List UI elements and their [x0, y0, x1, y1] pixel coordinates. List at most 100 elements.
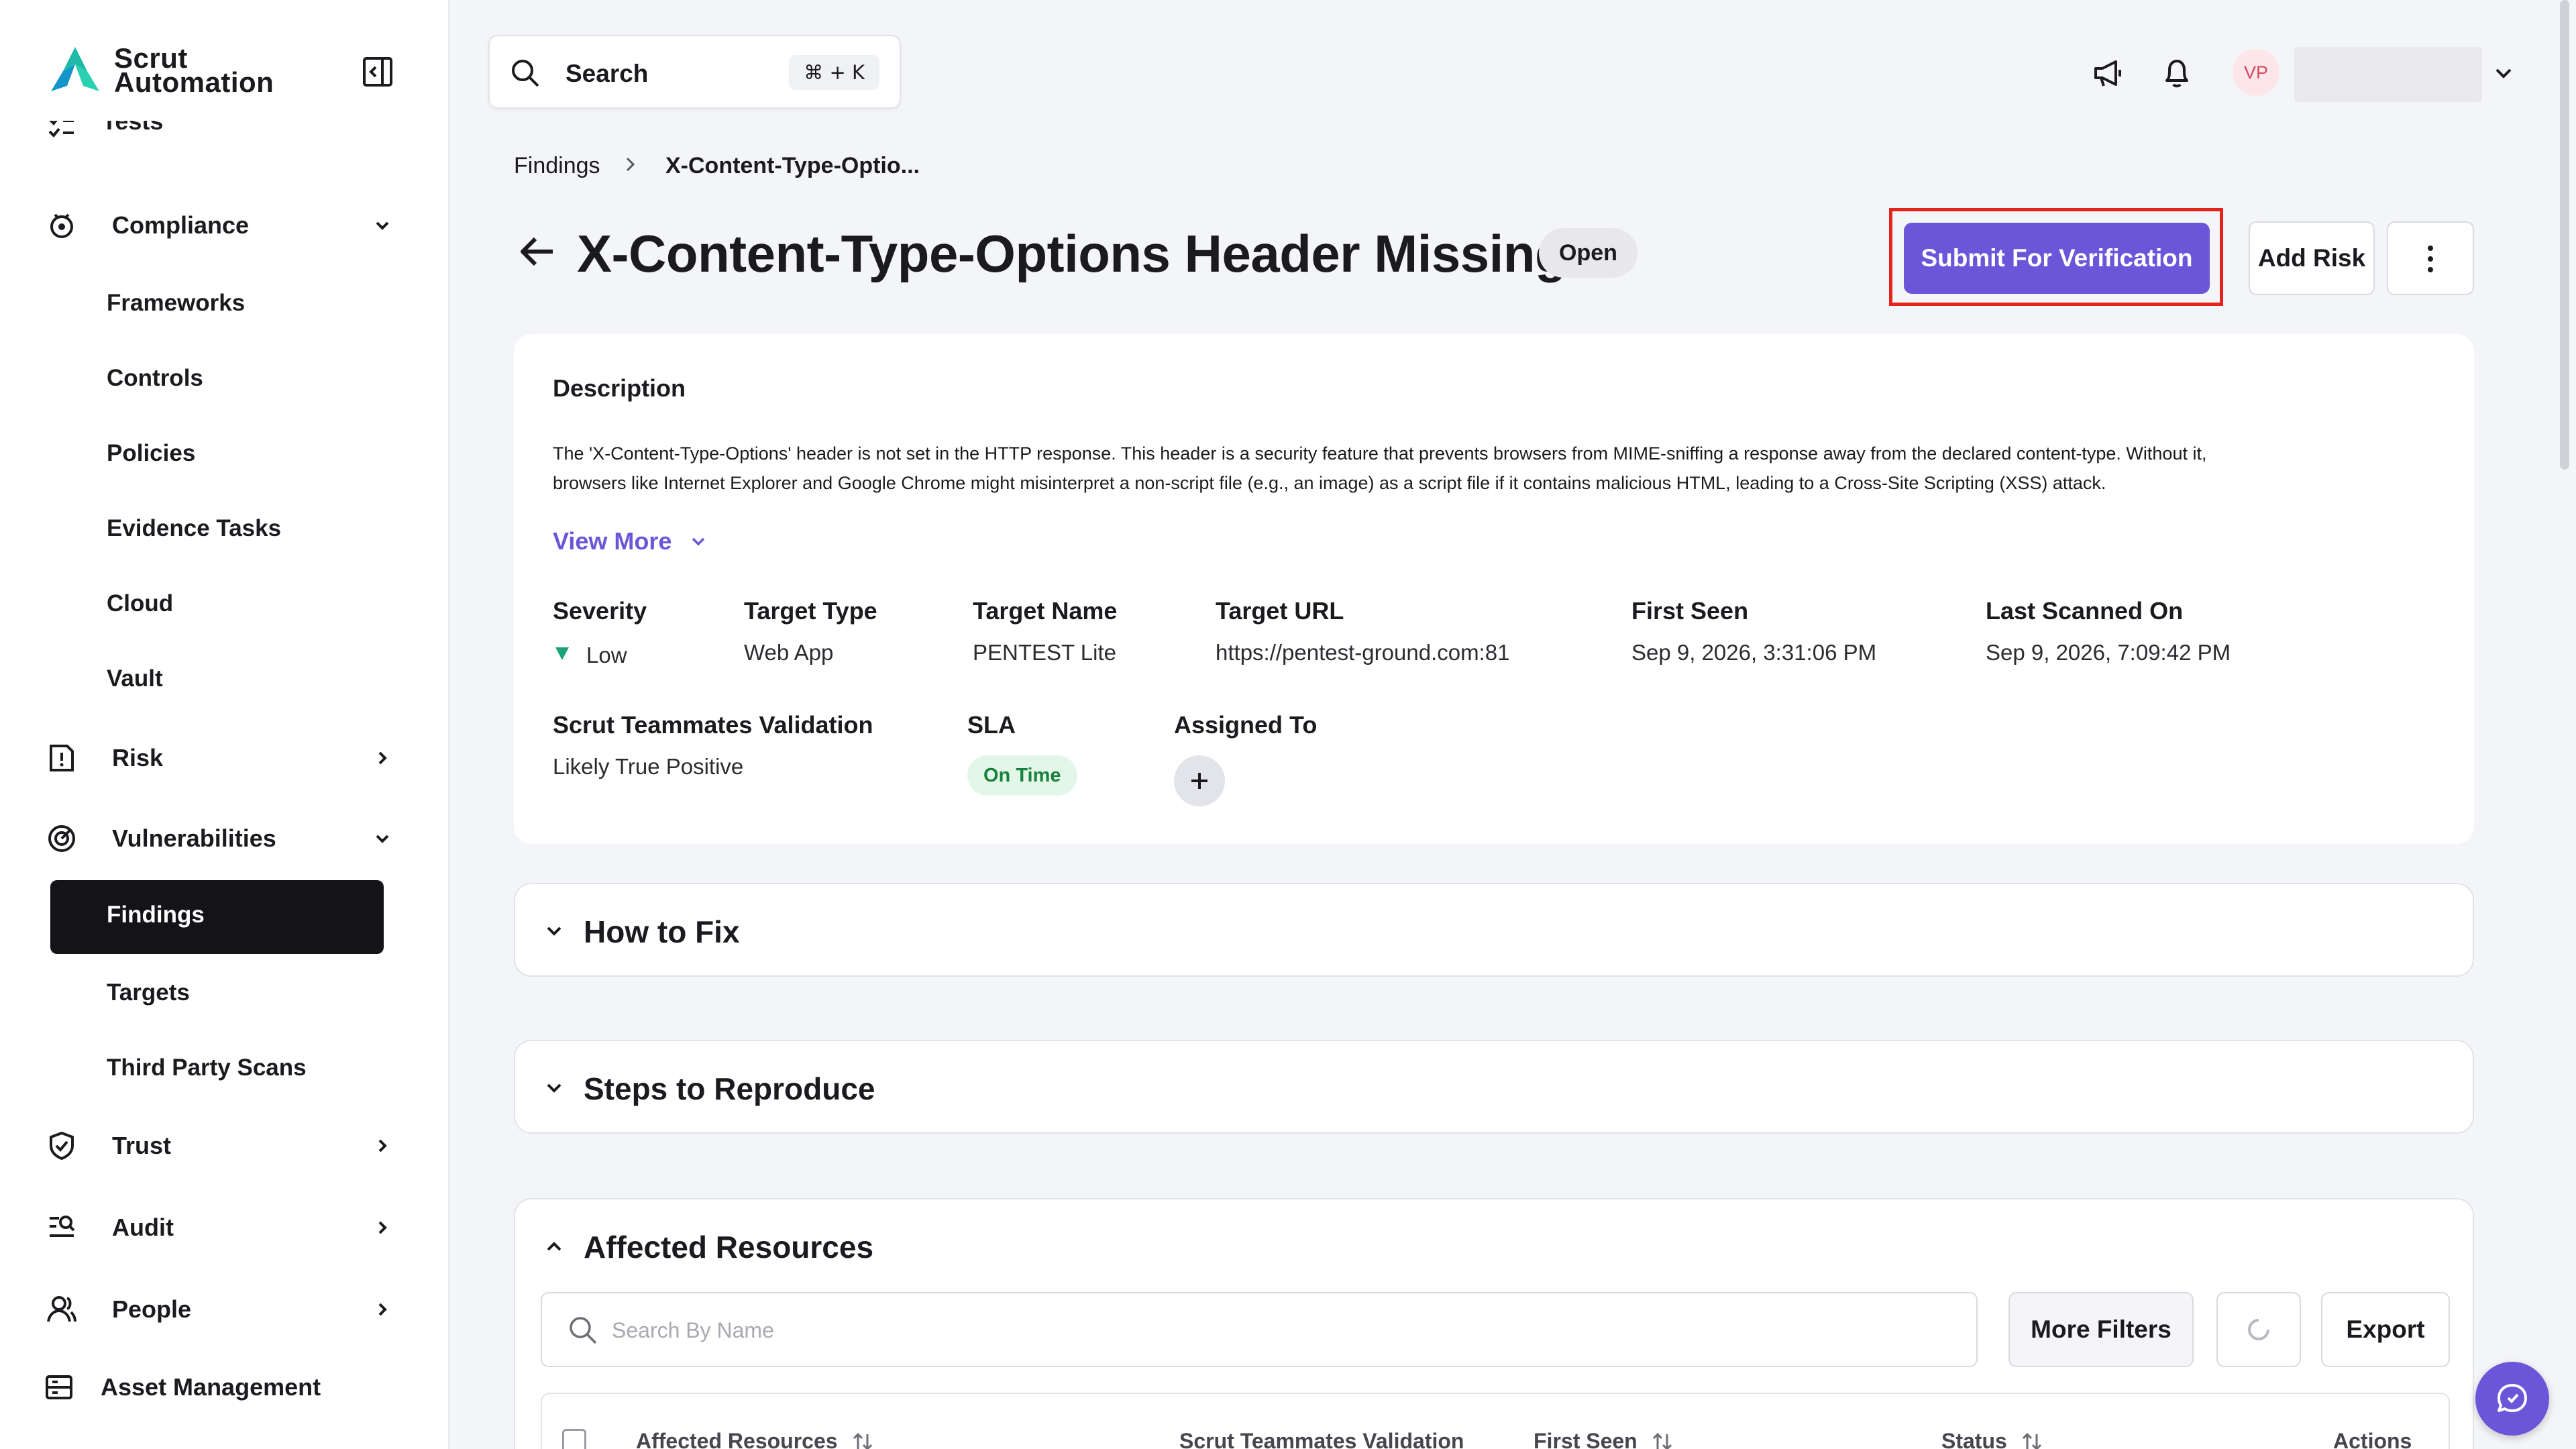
page-scrollbar[interactable]	[2560, 0, 2569, 470]
description-card: Description The 'X-Content-Type-Options'…	[514, 334, 2474, 844]
sidebar-item-label: People	[112, 1295, 192, 1323]
chevron-right-icon	[378, 1221, 387, 1234]
description-heading: Description	[553, 374, 686, 402]
checklist-icon	[48, 121, 74, 138]
sidebar-item-label: Controls	[107, 365, 203, 391]
add-assignee-button[interactable]	[1174, 755, 1225, 806]
chevron-down-icon	[547, 926, 561, 936]
sidebar-item-compliance[interactable]: Compliance	[0, 193, 449, 258]
validation-value: Likely True Positive	[553, 754, 744, 779]
first-seen-value: Sep 9, 2026, 3:31:06 PM	[1631, 640, 1877, 665]
column-status[interactable]: Status	[1941, 1429, 2043, 1449]
risk-icon	[50, 745, 74, 771]
sla-label: SLA	[967, 711, 1016, 739]
sidebar-item-targets[interactable]: Targets	[0, 961, 449, 1025]
target-name-label: Target Name	[973, 597, 1118, 625]
sidebar-item-cloud[interactable]: Cloud	[0, 572, 449, 636]
user-name-redacted[interactable]	[2294, 47, 2482, 102]
sidebar-item-label: Risk	[112, 744, 164, 771]
sidebar-item-label: Vault	[107, 665, 163, 692]
search-shortcut: ⌘ + K	[789, 55, 879, 90]
status-badge: Open	[1539, 228, 1638, 278]
resource-search-input[interactable]: Search By Name	[541, 1292, 1978, 1367]
search-label: Search	[566, 60, 649, 87]
target-url-value[interactable]: https://pentest-ground.com:81	[1216, 640, 1509, 665]
sidebar: Scrut Automation Tests Compliance Framew…	[0, 0, 449, 1449]
more-filters-button[interactable]: More Filters	[2008, 1292, 2194, 1367]
sidebar-item-vault[interactable]: Vault	[0, 647, 449, 711]
collapse-sidebar-icon[interactable]	[362, 56, 393, 87]
description-line: browsers like Internet Explorer and Goog…	[553, 473, 2106, 493]
column-label: Scrut Teammates Validation	[1179, 1429, 1464, 1449]
sidebar-item-label: Audit	[112, 1214, 174, 1241]
view-more-link[interactable]: View More	[553, 527, 708, 555]
app-logo[interactable]: Scrut Automation	[48, 44, 274, 97]
steps-to-reproduce-section[interactable]: Steps to Reproduce	[514, 1040, 2474, 1134]
section-title: How to Fix	[584, 914, 740, 949]
assigned-to-label: Assigned To	[1174, 711, 1318, 739]
kebab-menu-icon	[2428, 246, 2433, 272]
how-to-fix-section[interactable]: How to Fix	[514, 883, 2474, 977]
sidebar-item-audit[interactable]: Audit	[0, 1195, 449, 1260]
chevron-up-icon[interactable]	[542, 1234, 566, 1258]
sidebar-item-label: Policies	[107, 440, 196, 466]
column-first-seen[interactable]: First Seen	[1534, 1429, 1674, 1449]
avatar[interactable]: VP	[2233, 49, 2279, 96]
target-url-label: Target URL	[1216, 597, 1344, 625]
target-type-value: Web App	[744, 640, 834, 665]
view-more-label: View More	[553, 527, 672, 555]
sidebar-item-trust[interactable]: Trust	[0, 1114, 449, 1178]
global-search[interactable]: Search ⌘ + K	[488, 35, 901, 109]
chat-icon	[2498, 1384, 2527, 1412]
sidebar-item-policies[interactable]: Policies	[0, 421, 449, 486]
column-label: Status	[1941, 1429, 2007, 1449]
severity-low-icon	[555, 647, 569, 660]
breadcrumb-current: X-Content-Type-Optio...	[665, 153, 920, 178]
description-text: The 'X-Content-Type-Options' header is n…	[553, 439, 2431, 498]
sidebar-item-findings[interactable]: Findings	[50, 880, 384, 954]
first-seen-label: First Seen	[1631, 597, 1749, 625]
refresh-button[interactable]	[2216, 1292, 2301, 1367]
last-scanned-label: Last Scanned On	[1986, 597, 2184, 625]
sidebar-item-risk[interactable]: Risk	[0, 726, 449, 790]
compliance-icon	[50, 213, 73, 238]
bell-icon[interactable]	[2160, 56, 2194, 90]
sidebar-item-asset-management[interactable]: Asset Management	[0, 1355, 449, 1419]
select-all-checkbox[interactable]	[562, 1429, 586, 1449]
radar-icon	[48, 825, 75, 852]
sidebar-item-frameworks[interactable]: Frameworks	[0, 271, 449, 335]
megaphone-icon[interactable]	[2092, 56, 2125, 90]
sidebar-item-label: Targets	[107, 979, 190, 1006]
sidebar-item-label: Third Party Scans	[107, 1055, 307, 1081]
app-name-line2: Automation	[114, 66, 274, 98]
chevron-right-icon	[378, 1303, 387, 1316]
chat-support-button[interactable]	[2475, 1362, 2549, 1436]
description-line: The 'X-Content-Type-Options' header is n…	[553, 443, 2207, 464]
more-actions-button[interactable]	[2387, 221, 2474, 295]
add-risk-button[interactable]: Add Risk	[2249, 221, 2375, 295]
audit-icon	[50, 1216, 75, 1237]
chevron-down-icon[interactable]	[2492, 62, 2515, 85]
chevron-down-icon	[692, 537, 705, 546]
sidebar-item-label: Asset Management	[101, 1373, 321, 1401]
target-type-label: Target Type	[744, 597, 877, 625]
column-affected-resources[interactable]: Affected Resources	[636, 1429, 874, 1449]
sidebar-item-controls[interactable]: Controls	[0, 346, 449, 411]
search-placeholder: Search By Name	[612, 1318, 774, 1342]
back-arrow-icon[interactable]	[517, 231, 558, 272]
sidebar-item-vulnerabilities[interactable]: Vulnerabilities	[0, 806, 449, 871]
target-name-value: PENTEST Lite	[973, 640, 1116, 665]
column-actions: Actions	[2333, 1429, 2412, 1449]
submit-for-verification-button[interactable]: Submit For Verification	[1904, 223, 2210, 294]
sidebar-item-tests[interactable]: Tests	[0, 121, 449, 161]
asset-icon	[46, 1375, 72, 1399]
sidebar-item-label: Frameworks	[107, 290, 246, 316]
search-icon	[570, 1317, 597, 1344]
sidebar-item-third-party-scans[interactable]: Third Party Scans	[0, 1036, 449, 1100]
chevron-down-icon	[547, 1083, 561, 1093]
section-title: Affected Resources	[584, 1230, 874, 1265]
sidebar-item-evidence-tasks[interactable]: Evidence Tasks	[0, 496, 449, 561]
sidebar-item-people[interactable]: People	[0, 1277, 449, 1342]
breadcrumb-findings[interactable]: Findings	[514, 153, 600, 179]
export-button[interactable]: Export	[2321, 1292, 2450, 1367]
